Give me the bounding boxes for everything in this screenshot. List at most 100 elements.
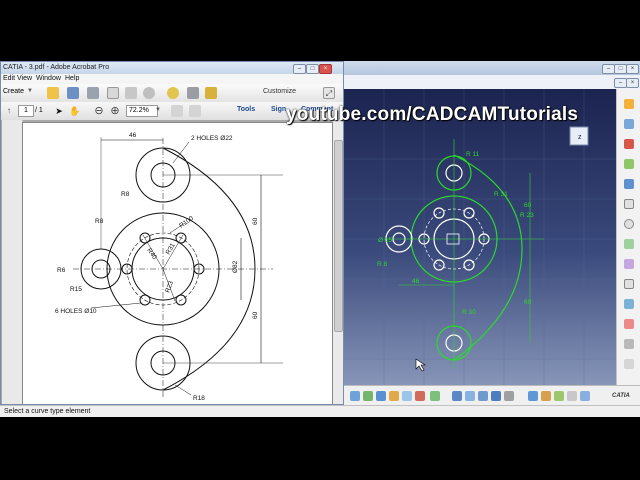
catia-menubar: – ×: [344, 75, 640, 89]
label-r6: R6: [57, 267, 66, 274]
fit-width-icon[interactable]: [189, 105, 201, 117]
point-icon[interactable]: [624, 299, 634, 309]
hide-show-icon[interactable]: [504, 391, 514, 401]
label-2-holes-22: 2 HOLES Ø22: [191, 135, 233, 142]
catia-right-toolbar: [616, 89, 640, 385]
label-60-top: 60: [252, 217, 259, 225]
page-number-input[interactable]: 1: [18, 105, 34, 117]
page-total: / 1: [35, 107, 43, 114]
stamp-icon[interactable]: [187, 87, 199, 99]
corner-icon[interactable]: [624, 319, 634, 329]
menu-view[interactable]: View: [17, 74, 32, 84]
snap-icon[interactable]: [624, 139, 634, 149]
print-icon[interactable]: [87, 87, 99, 99]
menu-window[interactable]: Window: [36, 74, 61, 84]
technical-drawing: 46 2 HOLES Ø22 R8 R100 R8 R40 R31 R23 R6…: [55, 132, 283, 402]
doc-close-button[interactable]: ×: [626, 78, 639, 88]
catia-label-60-bottom: 60: [524, 299, 532, 306]
create-dropdown-icon[interactable]: ▼: [27, 88, 33, 94]
line-icon[interactable]: [624, 279, 634, 289]
circle-icon[interactable]: [624, 219, 634, 229]
tab-sign[interactable]: Sign: [271, 106, 286, 113]
rotate-icon[interactable]: [402, 391, 412, 401]
catia-label-60-top: 60: [524, 202, 532, 209]
previous-page-icon[interactable]: ↑: [3, 105, 15, 117]
construction-icon[interactable]: [624, 159, 634, 169]
sketch-analysis-icon[interactable]: [554, 391, 564, 401]
exit-workbench-icon[interactable]: [624, 99, 634, 109]
pan-icon[interactable]: [389, 391, 399, 401]
normal-view-icon[interactable]: [452, 391, 462, 401]
spline-icon[interactable]: [624, 239, 634, 249]
leader-holes22: [172, 141, 190, 164]
attach-icon[interactable]: [125, 87, 137, 99]
sketcher-viewport[interactable]: z R 11 R 31 R 23 60 60 R 8 46 Ø 15 R 30: [344, 89, 616, 385]
label-46: 46: [129, 132, 137, 139]
shading-icon[interactable]: [491, 391, 501, 401]
update-icon[interactable]: [363, 391, 373, 401]
label-r100: R100: [178, 215, 195, 230]
label-r23: R23: [164, 280, 175, 294]
catia-label-r8: R 8: [377, 261, 388, 268]
navigation-pane: [2, 120, 23, 404]
select-cursor-icon[interactable]: ➤: [53, 105, 65, 117]
mirror-icon[interactable]: [624, 359, 634, 369]
catia-label-r31: R 31: [494, 191, 508, 198]
maximize-button[interactable]: □: [306, 64, 319, 74]
analysis-icon[interactable]: [541, 391, 551, 401]
create-button[interactable]: Create: [3, 88, 24, 95]
window-title: CATIA - 3.pdf - Adobe Acrobat Pro: [3, 64, 110, 71]
catia-logo: CATIA: [612, 393, 630, 399]
minimize-button[interactable]: –: [293, 64, 306, 74]
tools-icon[interactable]: [567, 391, 577, 401]
measure-icon[interactable]: [528, 391, 538, 401]
hand-tool-icon[interactable]: ✋: [69, 105, 81, 117]
customize-button[interactable]: Customize: [263, 88, 296, 95]
leader-r18: [174, 384, 192, 396]
compass-icon[interactable]: z: [569, 126, 589, 146]
fit-page-icon[interactable]: [171, 105, 183, 117]
expand-icon[interactable]: ⤢: [323, 87, 335, 99]
catia-close-button[interactable]: ×: [626, 64, 639, 74]
catia-sketch: z R 11 R 31 R 23 60 60 R 8 46 Ø 15 R 30: [344, 89, 616, 385]
zoom-in-icon[interactable]: ⊕: [109, 105, 121, 117]
zoom-out-icon[interactable]: ⊖: [93, 105, 105, 117]
settings-icon[interactable]: [143, 87, 155, 99]
catia-label-d15: Ø 15: [378, 237, 392, 244]
select-icon[interactable]: [350, 391, 360, 401]
conic-icon[interactable]: [624, 259, 634, 269]
trim-icon[interactable]: [624, 339, 634, 349]
scroll-thumb[interactable]: [334, 140, 343, 332]
menu-edit[interactable]: Edit: [3, 74, 15, 84]
label-r8-left: R8: [95, 218, 104, 225]
render-icon[interactable]: [478, 391, 488, 401]
label-r15: R15: [70, 286, 82, 293]
profile-icon[interactable]: [624, 179, 634, 189]
open-folder-icon[interactable]: [47, 87, 59, 99]
leader-holes10: [90, 302, 142, 309]
properties-icon[interactable]: [580, 391, 590, 401]
comment-icon[interactable]: [167, 87, 179, 99]
constraint-icon[interactable]: [430, 391, 440, 401]
watermark-text: youtube.com/CADCAMTutorials: [286, 104, 579, 125]
zoom-dropdown-icon[interactable]: ▼: [155, 107, 161, 113]
grid-icon[interactable]: [624, 119, 634, 129]
rectangle-icon[interactable]: [624, 199, 634, 209]
catia-label-r23: R 23: [520, 212, 534, 219]
zoom-input[interactable]: 72.2%: [126, 105, 158, 117]
multi-view-icon[interactable]: [465, 391, 475, 401]
acrobat-menubar: Edit View Window Help: [1, 74, 343, 84]
view-iso-icon[interactable]: [376, 391, 386, 401]
email-icon[interactable]: [107, 87, 119, 99]
catia-label-46: 46: [412, 278, 420, 285]
tab-tools[interactable]: Tools: [237, 106, 255, 113]
save-icon[interactable]: [67, 87, 79, 99]
close-button[interactable]: ×: [319, 64, 332, 74]
status-bar: Select a curve type element: [0, 405, 640, 417]
acrobat-toolbar-main: Create ▼ Customize ⤢: [1, 84, 343, 103]
menu-help[interactable]: Help: [65, 74, 79, 84]
highlight-icon[interactable]: [205, 87, 217, 99]
pdf-page: 46 2 HOLES Ø22 R8 R100 R8 R40 R31 R23 R6…: [22, 122, 333, 404]
zoom-icon[interactable]: [415, 391, 425, 401]
label-60-bottom: 60: [252, 311, 259, 319]
